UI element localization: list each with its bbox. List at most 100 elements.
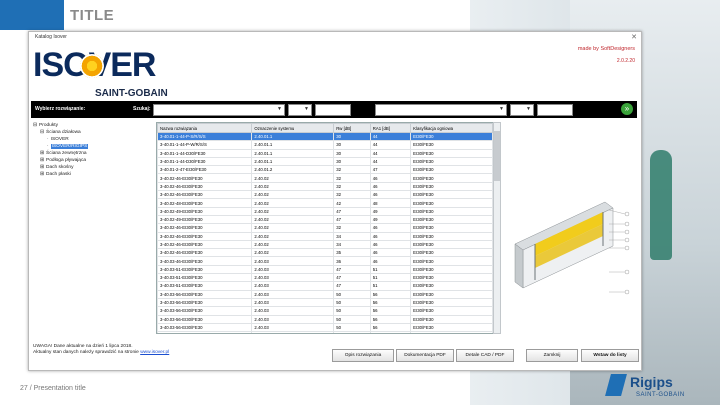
table-row[interactable]: 3-40.02-49-EI30/FE30 2.40.02 47 49 EI30/FE30 xyxy=(157,214,493,225)
column-header[interactable]: RA1 [dB] xyxy=(369,123,412,133)
cad-details-button[interactable]: Detale CAD / PDF xyxy=(456,349,514,362)
made-by-link[interactable]: made by SoftDesigners xyxy=(578,46,635,52)
table-row[interactable]: 3-40.03-56-EI30/FE302.40.035056EI30/FE30 xyxy=(157,297,493,308)
collapse-icon[interactable]: ⊟ xyxy=(33,123,37,128)
tree-leaf-icon[interactable]: · xyxy=(47,137,49,142)
expand-icon[interactable]: ⊞ xyxy=(40,151,44,156)
table-cell: 32 xyxy=(333,173,371,183)
rigips-brand-sub: SAINT-GOBAIN xyxy=(636,392,685,398)
column-header[interactable]: Rw [dB] xyxy=(333,123,371,133)
close-icon[interactable]: ✕ xyxy=(631,33,637,41)
operator-select-1[interactable]: ▼ xyxy=(288,104,312,116)
table-cell: 47 xyxy=(369,165,412,175)
close-button[interactable]: Zamknij xyxy=(526,349,578,362)
table-cell: 35 xyxy=(333,248,371,258)
expand-icon[interactable]: ⊞ xyxy=(40,165,44,170)
table-cell: 44 xyxy=(369,156,412,167)
tree-node[interactable]: ⊟ Ściana działowa xyxy=(33,129,151,136)
table-cell: 2.40.02 xyxy=(251,223,335,233)
tree-node[interactable]: · ISOVER/RIGIPS xyxy=(33,143,151,150)
table-cell: 47 xyxy=(333,264,371,275)
slide-accent-bar xyxy=(0,0,64,30)
tree-node[interactable]: ⊟ Produkty xyxy=(33,122,151,129)
table-cell: 3-40.01-1-44-P-W/R/S/S xyxy=(157,140,253,150)
table-cell: 49 xyxy=(369,214,412,225)
table-cell: 2.40.03 xyxy=(251,264,335,275)
table-cell: 3-40.01-1-44-D30/FE30 xyxy=(157,148,253,158)
table-row[interactable]: 3-40.03-51-EI30/FE30 2.40.03 47 51 EI30/FE30 xyxy=(157,281,493,291)
value-input-2[interactable] xyxy=(537,104,573,116)
table-cell: 46 xyxy=(369,239,412,250)
table-cell: 2.40.02 xyxy=(251,206,335,216)
table-cell: 51 xyxy=(369,281,412,291)
table-cell: 3-40.03-46-EI30/FE30 xyxy=(157,256,253,266)
table-row[interactable]: 3-40.02-48-EI30/FE30 2.40.02 42 48 EI30/FE30 xyxy=(157,198,493,208)
tree-node[interactable]: · ISOVER xyxy=(33,136,151,143)
column-header[interactable]: Nazwa rozwiązania xyxy=(157,123,253,133)
table-cell: 48 xyxy=(369,198,412,208)
search-select-2[interactable]: ▼ xyxy=(375,104,507,116)
table-cell: 51 xyxy=(369,264,412,275)
tree-leaf-icon[interactable]: · xyxy=(47,144,49,149)
table-row[interactable]: 3-40.02-46-EI30/FE30 2.40.02 32 46 EI30/FE30 xyxy=(157,181,493,192)
table-row[interactable]: 3-40.03-56-EI30/FE302.40.035056EI30/FE30 xyxy=(157,306,493,316)
table-row[interactable]: 3-40.01-1-44-D30/FE30 2.40.01.1 30 44 EI30/F… xyxy=(157,156,493,167)
table-row[interactable]: 3-40.03-51-EI30/FE30 2.40.03 47 51 EI30/FE30 xyxy=(157,264,493,275)
expand-icon[interactable]: ⊞ xyxy=(40,172,44,177)
table-cell: 30 xyxy=(333,156,371,167)
table-row[interactable]: 3-40.02-46-EI30/FE30 2.40.02 32 46 EI30/FE30 xyxy=(157,173,493,183)
scrollbar-thumb[interactable] xyxy=(494,131,500,181)
expand-icon[interactable]: ⊞ xyxy=(40,158,44,163)
table-row[interactable]: 3-40.02-46-EI30/FE30 2.40.02 34 46 EI30/FE30 xyxy=(157,239,493,250)
column-header[interactable]: Klasyfikacja ogniowa xyxy=(410,123,493,133)
table-cell: 46 xyxy=(369,173,412,183)
table-row[interactable]: 3-40.03-56-EI30/FE302.40.035056EI30/FE30 xyxy=(157,331,493,333)
description-button[interactable]: Opis rozwiązania xyxy=(332,349,394,362)
table-row[interactable]: 3-40.02-46-EI30/FE30 2.40.02 32 46 EI30/FE30 xyxy=(157,223,493,233)
table-cell: EI30/FE30 xyxy=(410,297,493,308)
go-arrow-icon[interactable]: » xyxy=(621,103,633,115)
pdf-documentation-button[interactable]: Dokumentacja PDF xyxy=(396,349,454,362)
table-cell: 50 xyxy=(333,331,371,333)
table-row[interactable]: 3-40.03-56-EI30/FE302.40.035056EI30/FE30 xyxy=(157,314,493,324)
table-cell: EI30/FE30 xyxy=(410,306,493,316)
table-scrollbar[interactable] xyxy=(493,122,501,334)
table-cell: 2.40.03 xyxy=(251,322,335,333)
table-row[interactable]: 3-40.01-2-47-EI30/FE30 2.40.01.2 32 47 EI30/… xyxy=(157,165,493,175)
table-row[interactable]: 3-40.01-1-44-P-S/R/S/S 2.40.01.1 30 44 EI30/… xyxy=(157,131,493,142)
table-row[interactable]: 3-40.02-49-EI30/FE30 2.40.02 47 49 EI30/FE30 xyxy=(157,206,493,216)
chevron-down-icon: ▼ xyxy=(526,106,531,112)
table-cell: 42 xyxy=(333,198,371,208)
table-row[interactable]: 3-40.02-46-EI30/FE30 2.40.02 34 46 EI30/FE30 xyxy=(157,231,493,241)
table-row[interactable]: 3-40.03-56-EI30/FE302.40.035056EI30/FE30 xyxy=(157,289,493,299)
table-cell: 2.40.02 xyxy=(251,239,335,250)
search-select-1[interactable]: ▼ xyxy=(153,104,285,116)
column-header[interactable]: Oznaczenie systemu xyxy=(251,123,335,133)
value-input-1[interactable] xyxy=(315,104,351,116)
table-cell: 3-40.03-56-EI30/FE30 xyxy=(157,289,253,299)
table-cell: EI30/FE30 xyxy=(410,131,493,142)
table-cell: 50 xyxy=(333,314,371,324)
table-row[interactable]: 3-40.02-46-EI30/FE30 2.40.02 35 46 EI30/FE30 xyxy=(157,248,493,258)
table-cell: 46 xyxy=(369,181,412,192)
tree-node[interactable]: ⊞ Podłoga pływająca xyxy=(33,157,151,164)
table-row[interactable]: 3-40.02-46-EI30/FE30 2.40.02 32 46 EI30/FE30 xyxy=(157,190,493,200)
table-row[interactable]: 3-40.01-1-44-P-W/R/S/S 2.40.01.1 30 44 EI30/… xyxy=(157,140,493,150)
table-cell: 46 xyxy=(369,256,412,266)
table-row[interactable]: 3-40.03-56-EI30/FE302.40.035056EI30/FE30 xyxy=(157,322,493,333)
tree-node[interactable]: ⊞ Ściana zewnętrzna xyxy=(33,150,151,157)
table-row[interactable]: 3-40.03-46-EI30/FE30 2.40.03 36 46 EI30/FE30 xyxy=(157,256,493,266)
logo-sun-icon xyxy=(80,54,104,78)
collapse-icon[interactable]: ⊟ xyxy=(40,130,44,135)
table-cell: 56 xyxy=(369,331,412,333)
isover-website-link[interactable]: www.isover.pl xyxy=(140,350,169,355)
table-row[interactable]: 3-40.01-1-44-D30/FE30 2.40.01.1 30 44 EI30/F… xyxy=(157,148,493,158)
tree-node[interactable]: ⊞ Dach skośny xyxy=(33,164,151,171)
operator-select-2[interactable]: ▼ xyxy=(510,104,534,116)
tree-node-label: ISOVER xyxy=(50,137,69,142)
table-cell: 3-40.01-1-44-D30/FE30 xyxy=(157,156,253,167)
insert-button[interactable]: Wstaw do listy xyxy=(581,349,639,362)
table-row[interactable]: 3-40.03-51-EI30/FE30 2.40.03 47 51 EI30/FE30 xyxy=(157,273,493,283)
tree-node[interactable]: ⊞ Dach płaski xyxy=(33,171,151,178)
table-cell: 2.40.02 xyxy=(251,248,335,258)
